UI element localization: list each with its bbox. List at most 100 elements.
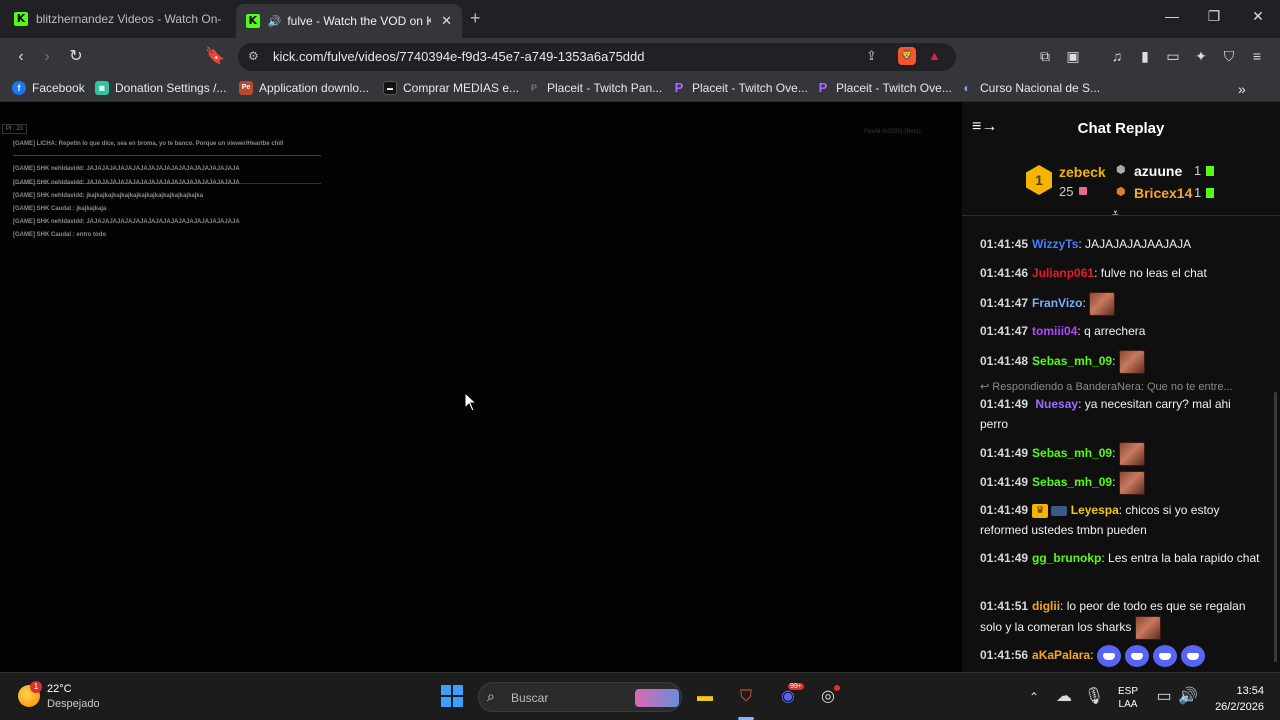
taskbar-search[interactable]: ⌕ Buscar: [478, 682, 682, 712]
address-bar[interactable]: ⚙ kick.com/fulve/videos/7740394e-f9d3-45…: [238, 43, 956, 71]
show-hidden-icons-icon[interactable]: ⌃: [1022, 685, 1046, 709]
bookmark-comprar-medias[interactable]: ▬ Comprar MEDIAS e...: [383, 81, 519, 95]
timestamp: 01:41:46: [980, 266, 1029, 280]
keyboard-layout: LAA: [1118, 699, 1138, 710]
share-icon[interactable]: ⇪: [866, 48, 877, 64]
back-button[interactable]: ‹: [10, 46, 32, 68]
weather-badge: 1: [30, 681, 42, 693]
bookmarks-overflow-icon[interactable]: »: [1238, 81, 1246, 97]
file-explorer-icon[interactable]: ▬: [693, 685, 717, 709]
leo-icon[interactable]: ✦: [1192, 47, 1210, 65]
chat-message: 01:41:47 FranVizo:: [980, 290, 1262, 316]
reload-button[interactable]: ↻: [65, 46, 87, 68]
timestamp: 01:41:56: [980, 648, 1029, 662]
placeit-icon: P: [530, 83, 537, 93]
username[interactable]: Julianp061: [1032, 266, 1094, 280]
game-chat-line: [GAME] SHK nehldavidd: JAJAJAJAJAJAJAJAJ…: [13, 180, 240, 186]
chat-scrollbar[interactable]: [1274, 392, 1277, 662]
url-text[interactable]: kick.com/fulve/videos/7740394e-f9d3-45e7…: [273, 49, 645, 64]
timestamp: 01:41:49: [980, 475, 1029, 489]
message-text: :: [1090, 648, 1094, 662]
emote-image: [1118, 441, 1145, 466]
chat-message: 01:41:49 Nuesay: ya necesitan carry? mal…: [980, 394, 1262, 434]
game-chat-line: [GAME] LICHA: Repetín lo que dice, sea e…: [13, 141, 284, 147]
message-text: :: [1112, 446, 1116, 460]
username[interactable]: Leyespa: [1071, 503, 1119, 517]
bookmark-application-download[interactable]: Pe Application downlo...: [239, 81, 369, 95]
username[interactable]: diglii: [1032, 599, 1060, 613]
site-settings-icon[interactable]: ⚙: [248, 49, 259, 63]
bookmark-placeit-overlay-2[interactable]: P Placeit - Twitch Ove...: [816, 81, 952, 96]
message-text: : fulve no leas el chat: [1094, 266, 1207, 280]
bookmark-placeit-overlay-1[interactable]: P Placeit - Twitch Ove...: [672, 81, 808, 96]
tab-blitzhernandez[interactable]: K blitzhernandez Videos - Watch On-Dem: [4, 4, 232, 34]
menu-icon[interactable]: ≡: [1248, 47, 1266, 65]
bookmark-placeit-panel[interactable]: P Placeit - Twitch Pan...: [527, 81, 662, 95]
sidebar-icon[interactable]: ▮: [1136, 47, 1154, 65]
chat-message: 01:41:51 diglii: lo peor de todo es que s…: [980, 596, 1262, 640]
windows-start-icon[interactable]: [441, 685, 463, 707]
tab-fulve-vod[interactable]: K 🔊 fulve - Watch the VOD on Kick ✕: [236, 4, 462, 38]
volume-icon[interactable]: 🔊: [1176, 685, 1200, 709]
network-icon[interactable]: ▭: [1152, 685, 1176, 709]
username[interactable]: Sebas_mh_09: [1032, 354, 1112, 368]
new-tab-button[interactable]: +: [470, 8, 481, 29]
username[interactable]: aKaPalara: [1032, 648, 1090, 662]
discord-emote-icon: [1180, 644, 1205, 667]
brave-browser-icon[interactable]: ⛉: [734, 685, 758, 709]
vpn-icon[interactable]: ⛉: [1220, 47, 1238, 65]
weather-desc[interactable]: Despejado: [47, 698, 100, 710]
wallet-icon[interactable]: ▭: [1164, 47, 1182, 65]
username[interactable]: Sebas_mh_09: [1032, 446, 1112, 460]
username[interactable]: WizzyTs: [1032, 237, 1078, 251]
kick-icon: K: [14, 12, 28, 26]
username[interactable]: gg_brunokp: [1032, 551, 1101, 565]
media-icon[interactable]: ♫: [1108, 47, 1126, 65]
expand-leaderboard-icon[interactable]: ⩡: [1112, 206, 1119, 221]
reply-text[interactable]: Respondiendo a BanderaNera: Que no te en…: [992, 381, 1232, 393]
chat-message: 01:41:49 Sebas_mh_09:: [980, 469, 1262, 495]
minimize-button[interactable]: —: [1152, 8, 1192, 24]
clock[interactable]: 13:54 26/2/2026: [1210, 683, 1264, 715]
chat-message: 01:41:49 gg_brunokp: Les entra la bala ra…: [980, 548, 1262, 568]
window-close-button[interactable]: ✕: [1238, 8, 1278, 25]
game-chat-line: [GAME] SHK Caudal : jkajkajkaja: [13, 206, 107, 212]
extensions-icon[interactable]: ⧉: [1036, 47, 1054, 65]
emote-image: [1118, 470, 1145, 495]
maximize-button[interactable]: ❐: [1194, 8, 1234, 25]
message-text: :: [1082, 296, 1086, 310]
video-player[interactable]: Pl : 23 FiveM (b3095) (Beta) [GAME] LICH…: [0, 102, 962, 672]
forward-button[interactable]: ›: [36, 46, 58, 68]
timestamp: 01:41:49: [980, 446, 1029, 460]
brave-rewards-icon[interactable]: ▲: [928, 48, 941, 63]
username[interactable]: Nuesay: [1035, 397, 1078, 411]
emote-image: [1134, 616, 1161, 640]
username[interactable]: Sebas_mh_09: [1032, 475, 1112, 489]
screenshot-icon[interactable]: ▣: [1064, 47, 1082, 65]
close-icon[interactable]: ✕: [441, 13, 452, 29]
timestamp: 01:41:47: [980, 324, 1029, 338]
username[interactable]: tomiii04: [1032, 324, 1077, 338]
bookmark-donation-settings[interactable]: ◙ Donation Settings /...: [95, 81, 226, 95]
bookmark-curso-nacional[interactable]: ◐ Curso Nacional de S...: [960, 81, 1100, 95]
chat-message: 01:41:45 WizzyTs: JAJAJAJAJAAJAJA: [980, 234, 1262, 254]
language-indicator[interactable]: ESP LAA: [1118, 685, 1138, 711]
chat-message: 01:41:49 Sebas_mh_09:: [980, 440, 1262, 466]
leader-first-count: 25: [1059, 184, 1074, 199]
leader-first-name[interactable]: zebeck: [1059, 164, 1106, 180]
weather-temp[interactable]: 22°C: [47, 683, 72, 695]
username[interactable]: FranVizo: [1032, 296, 1082, 310]
bookmark-facebook[interactable]: f Facebook: [12, 81, 85, 95]
facebook-icon: f: [12, 81, 26, 95]
overlay-divider: [13, 155, 321, 156]
leader-third-name[interactable]: Bricex14: [1134, 185, 1192, 201]
gift-icon: [1206, 166, 1214, 176]
microphone-icon[interactable]: 🎙: [1082, 685, 1106, 709]
store-icon: ▬: [383, 81, 397, 95]
tab-title: blitzhernandez Videos - Watch On-Dem: [36, 12, 222, 26]
bookmark-icon[interactable]: 🔖: [204, 46, 226, 68]
chat-message: 01:41:46 Julianp061: fulve no leas el cha…: [980, 263, 1262, 283]
brave-shields-icon[interactable]: 🦁: [898, 47, 916, 65]
onedrive-icon[interactable]: ☁: [1052, 685, 1076, 709]
leader-second-name[interactable]: azuune: [1134, 163, 1182, 179]
